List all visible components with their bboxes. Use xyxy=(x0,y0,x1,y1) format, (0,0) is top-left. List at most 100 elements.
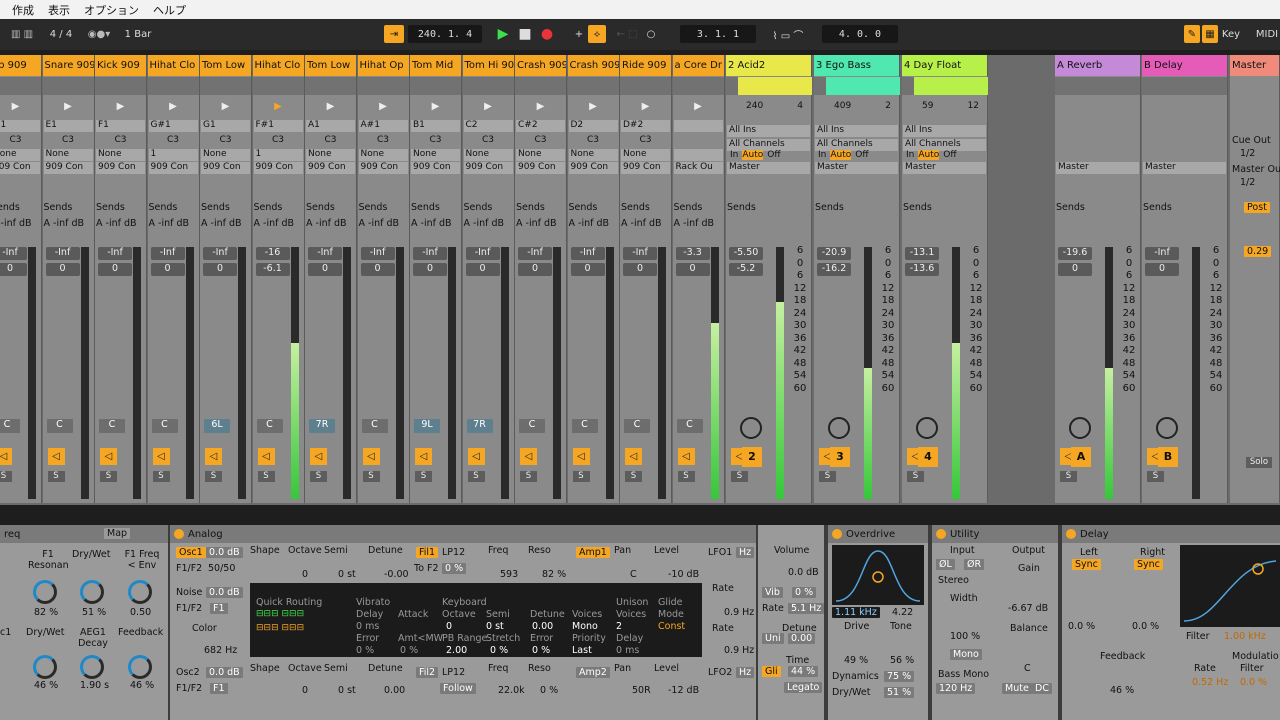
drum-track-solo-button[interactable]: S xyxy=(625,471,642,482)
volume-peak[interactable]: -13.6 xyxy=(905,263,939,276)
output-select[interactable]: 909 Con xyxy=(253,162,303,174)
clip-stop-icon[interactable]: ▶ xyxy=(463,99,514,114)
c3-label[interactable]: C3 xyxy=(463,135,514,145)
return-track-clip-slot[interactable] xyxy=(1142,77,1227,95)
gli-toggle[interactable]: Gli xyxy=(762,666,781,677)
monitor-auto[interactable]: Auto xyxy=(742,150,764,160)
lfo1-hz[interactable]: Hz xyxy=(736,547,755,558)
drum-track-volume[interactable]: -Inf xyxy=(0,247,27,260)
pan-knob[interactable]: C xyxy=(519,419,545,433)
master-out-value[interactable]: 1/2 xyxy=(1240,177,1255,188)
drum-track-speaker-icon[interactable]: ◁ xyxy=(677,448,695,465)
output-select[interactable]: 909 Con xyxy=(0,162,40,174)
midi-note-select[interactable]: A#1 xyxy=(358,120,408,132)
volume-peak[interactable]: -16.2 xyxy=(817,263,851,276)
pan-knob[interactable]: C xyxy=(571,419,598,433)
key-map-button[interactable]: Key xyxy=(1220,25,1242,43)
audio-track-volume[interactable]: -20.9 xyxy=(817,247,851,260)
menu-options[interactable]: オプション xyxy=(84,2,139,18)
drum-track-solo-button[interactable]: S xyxy=(467,471,485,482)
drum-track-solo-button[interactable]: S xyxy=(100,471,117,482)
send-a-value[interactable]: -inf dB xyxy=(473,218,504,229)
volume-peak[interactable]: 0 xyxy=(150,263,185,276)
output-select[interactable]: Rack Ou xyxy=(673,162,723,174)
midi-map-button[interactable]: MIDI xyxy=(1254,25,1280,43)
audio-track-solo-button[interactable]: S xyxy=(819,471,836,482)
clip-stop-icon[interactable]: ▶ xyxy=(0,99,41,114)
drum-track-title[interactable]: a Core Dr xyxy=(672,55,724,76)
pan-knob[interactable]: C xyxy=(361,419,388,433)
audio-track-title[interactable]: 3 Ego Bass xyxy=(814,55,899,76)
output-select[interactable]: 909 Con xyxy=(306,162,355,174)
choke-select[interactable]: None xyxy=(516,149,565,161)
output-select[interactable]: 909 Con xyxy=(568,162,618,174)
track-activator[interactable]: 4 xyxy=(918,447,938,467)
midi-note-select[interactable]: D#2 xyxy=(621,120,670,132)
midi-note-select[interactable]: C#2 xyxy=(516,120,565,132)
drum-track-clip-slot[interactable] xyxy=(305,77,356,95)
drum-track-title[interactable]: Ride 909 xyxy=(620,55,671,76)
drum-track-volume[interactable]: -3.3 xyxy=(675,247,710,260)
return-track-volume[interactable]: -Inf xyxy=(1145,247,1179,260)
return-track-title[interactable]: A Reverb xyxy=(1055,55,1140,76)
clip-stop-icon[interactable]: ▶ xyxy=(95,99,146,114)
right-sync-button[interactable]: Sync xyxy=(1134,559,1163,570)
drum-track-title[interactable]: Hihat Clo xyxy=(147,55,199,76)
right-pct[interactable]: 0.0 % xyxy=(1132,621,1159,632)
drum-track-clip-slot[interactable] xyxy=(252,77,304,95)
monitor-in[interactable]: In xyxy=(906,150,914,160)
arrangement-position[interactable]: 240. 1. 4 xyxy=(408,25,482,43)
priority-value[interactable]: Last xyxy=(572,645,592,656)
output-select[interactable]: Master xyxy=(727,162,810,174)
audio-track-solo-button[interactable]: S xyxy=(731,471,748,482)
drum-track-speaker-icon[interactable]: ◁ xyxy=(47,448,65,465)
c3-label[interactable]: C3 xyxy=(95,135,146,145)
quantize-select[interactable]: 1 Bar xyxy=(120,25,156,43)
drum-track-clip-slot[interactable] xyxy=(0,77,41,95)
drum-track-clip-slot[interactable] xyxy=(620,77,671,95)
return-track-volume[interactable]: -19.6 xyxy=(1058,247,1092,260)
drum-track-volume[interactable]: -Inf xyxy=(308,247,342,260)
output-select[interactable]: 909 Con xyxy=(358,162,408,174)
metronome-icon[interactable]: ◉●▾ xyxy=(84,25,114,43)
c3-label[interactable]: C3 xyxy=(253,135,304,145)
drum-track-clip-slot[interactable] xyxy=(515,77,566,95)
c3-label[interactable]: C3 xyxy=(358,135,409,145)
drum-track-speaker-icon[interactable]: ◁ xyxy=(415,448,432,465)
fil1-toggle[interactable]: Fil1 xyxy=(416,547,439,558)
send-a-value[interactable]: -inf dB xyxy=(578,218,609,229)
drum-track-volume[interactable]: -Inf xyxy=(45,247,80,260)
kb-octave-value[interactable]: 0 xyxy=(446,621,452,632)
drum-track-volume[interactable]: -Inf xyxy=(465,247,500,260)
f1-freq-env-knob[interactable] xyxy=(128,580,152,604)
track-activator[interactable]: 2 xyxy=(742,447,762,467)
amp2-toggle[interactable]: Amp2 xyxy=(576,667,610,678)
clip-stop-icon[interactable]: ▶ xyxy=(43,99,94,114)
clip-stop-icon[interactable]: ▶ xyxy=(358,99,409,114)
device-on-icon[interactable] xyxy=(832,529,842,539)
volume-peak[interactable]: 0 xyxy=(1145,263,1179,276)
audio-track-volume[interactable]: -13.1 xyxy=(905,247,939,260)
volume-peak[interactable]: 0 xyxy=(465,263,500,276)
pan-knob[interactable]: C xyxy=(256,419,283,433)
choke-select[interactable]: None xyxy=(201,149,250,161)
track-activator[interactable]: B xyxy=(1158,447,1178,467)
clip-stop-icon[interactable]: ▶ xyxy=(620,99,671,114)
pan-knob[interactable]: 7R xyxy=(309,419,335,433)
stop-button[interactable]: ■ xyxy=(516,25,534,43)
left-sync-button[interactable]: Sync xyxy=(1072,559,1101,570)
stretch-value[interactable]: 0 % xyxy=(490,645,508,656)
bandwidth-value[interactable]: 4.22 xyxy=(892,607,913,618)
overdrive-drywet-value[interactable]: 51 % xyxy=(884,687,915,698)
drum-track-volume[interactable]: -Inf xyxy=(570,247,605,260)
drum-track-volume[interactable]: -Inf xyxy=(518,247,552,260)
clip-stop-icon[interactable]: ▶ xyxy=(410,99,461,114)
send-a-value[interactable]: -inf dB xyxy=(368,218,399,229)
input-type-select[interactable]: All Ins xyxy=(903,125,986,137)
choke-select[interactable] xyxy=(673,149,723,161)
volume-peak[interactable]: 0 xyxy=(98,263,132,276)
drum-track-title[interactable]: Tom Low xyxy=(200,55,251,76)
fil2-toggle[interactable]: Fil2 xyxy=(416,667,439,678)
overdub-icon[interactable]: + xyxy=(572,25,586,43)
clip-stop-icon[interactable]: ▶ xyxy=(568,99,619,114)
